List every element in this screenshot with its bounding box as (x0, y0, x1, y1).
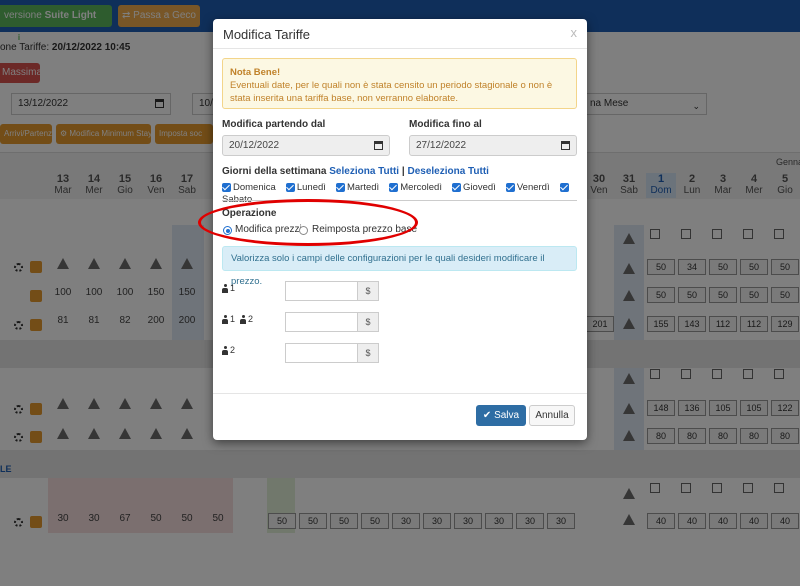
weekday-friday: Venerdì (516, 181, 550, 193)
occupancy-label: 2 (222, 345, 235, 355)
weekdays-title: Giorni della settimana (222, 166, 327, 177)
checkbox-checked-icon[interactable] (389, 182, 399, 192)
to-date-input[interactable]: 27/12/2022 (409, 135, 577, 156)
price-input-3[interactable] (285, 343, 358, 363)
calendar-icon (561, 141, 570, 150)
from-date-input[interactable]: 20/12/2022 (222, 135, 390, 156)
calendar-icon (374, 141, 383, 150)
modal-footer-divider (213, 393, 587, 394)
info-message: Valorizza solo i campi delle configurazi… (222, 246, 577, 287)
child-icon (240, 315, 247, 324)
currency-addon: $ (358, 281, 379, 301)
deselect-all-link[interactable]: Deseleziona Tutti (407, 166, 489, 177)
occupancy-label: 1 (222, 283, 235, 293)
checkbox-checked-icon[interactable] (335, 182, 345, 192)
to-date-value: 27/12/2022 (416, 140, 467, 151)
adult-icon (222, 284, 228, 293)
warning-note: Nota Bene! Eventuali date, per le quali … (222, 58, 577, 109)
from-date-value: 20/12/2022 (229, 140, 280, 151)
check-icon: ✔ (482, 410, 492, 421)
select-all-link[interactable]: Seleziona Tutti (329, 166, 399, 177)
checkbox-checked-icon[interactable] (452, 182, 462, 192)
price-input-1[interactable] (285, 281, 358, 301)
weekdays-label: Giorni della settimana Seleziona Tutti |… (222, 166, 489, 177)
currency-addon: $ (358, 312, 379, 332)
price-input-2[interactable] (285, 312, 358, 332)
save-button[interactable]: ✔ Salva (476, 405, 526, 426)
checkbox-checked-icon[interactable] (505, 182, 515, 192)
weekday-thursday: Giovedì (463, 181, 496, 193)
weekday-monday: Lunedì (296, 181, 326, 193)
currency-addon: $ (358, 343, 379, 363)
occupancy-label: 1 2 (222, 314, 253, 324)
adult-icon (222, 315, 228, 324)
weekday-tuesday: Martedì (346, 181, 380, 193)
highlight-annotation (198, 199, 418, 246)
link-separator: | (401, 166, 405, 177)
modal-title: Modifica Tariffe (223, 27, 310, 42)
adult-icon (222, 346, 228, 355)
weekday-wednesday: Mercoledì (400, 181, 442, 193)
checkbox-checked-icon[interactable] (285, 182, 295, 192)
checkbox-checked-icon[interactable] (559, 182, 569, 192)
cancel-button[interactable]: Annulla (529, 405, 575, 426)
note-text: Eventuali date, per le quali non è stata… (230, 80, 553, 104)
checkbox-checked-icon[interactable] (222, 182, 231, 192)
note-title: Nota Bene! (230, 67, 281, 78)
weekday-checkboxes: Domenica Lunedì Martedì Mercoledì Gioved… (222, 181, 582, 205)
from-date-label: Modifica partendo dal (222, 119, 326, 130)
save-label: Salva (494, 410, 520, 421)
modal-header-divider (213, 48, 587, 49)
close-icon[interactable]: x (571, 25, 578, 40)
to-date-label: Modifica fino al (409, 119, 482, 130)
weekday-sunday: Domenica (233, 181, 276, 193)
